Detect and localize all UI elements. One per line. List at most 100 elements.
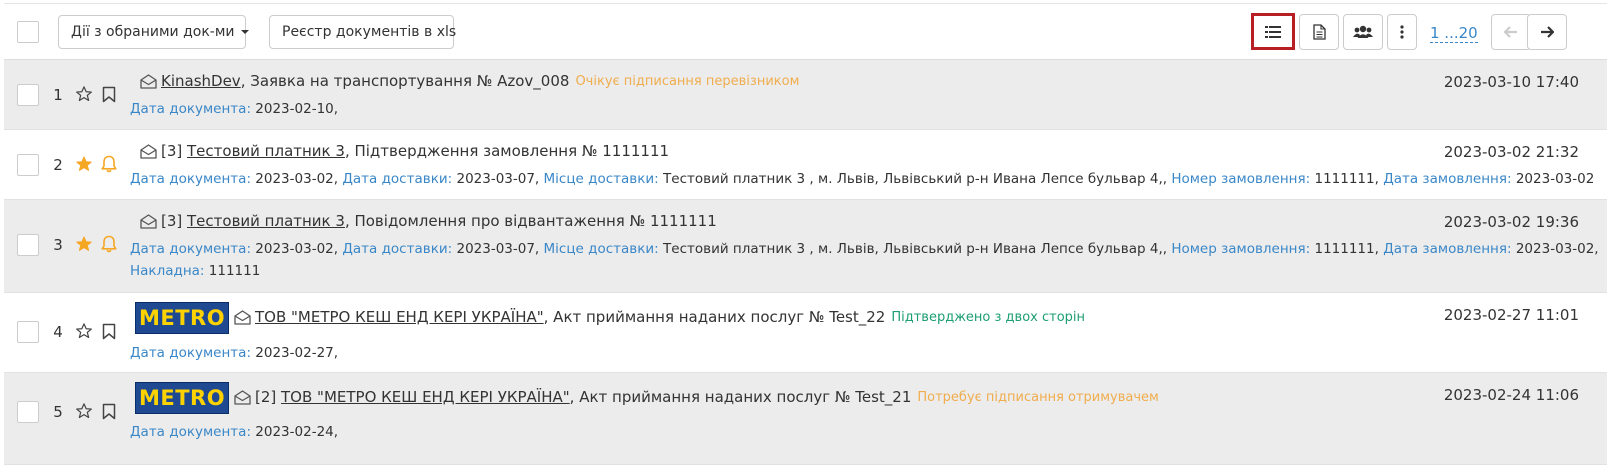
- list-view-button[interactable]: [1251, 13, 1295, 50]
- meta-key: Номер замовлення:: [1171, 171, 1311, 187]
- document-meta: Дата документа: 2023-02-24,: [130, 424, 338, 440]
- star-outline-icon[interactable]: [75, 322, 93, 340]
- document-timestamp: 2023-03-10 17:40: [1443, 73, 1579, 91]
- meta-value: 111111: [204, 263, 261, 279]
- bell-icon[interactable]: [101, 235, 117, 253]
- table-row[interactable]: 5 METRO [2] ТОВ "МЕТРО КЕШ ЕНД КЕРІ УКРА…: [4, 373, 1607, 465]
- more-options-button[interactable]: [1387, 14, 1417, 50]
- next-page-button[interactable]: [1527, 14, 1567, 50]
- meta-key: Місце доставки:: [543, 241, 659, 257]
- document-title[interactable]: KinashDev , Заявка на транспортування № …: [140, 72, 799, 90]
- table-row[interactable]: 2 [3] Тестовий платник 3 , Підтвердження…: [4, 130, 1607, 200]
- star-filled-icon[interactable]: [75, 155, 93, 173]
- counterparty-link[interactable]: KinashDev: [161, 72, 241, 90]
- meta-key: Дата документа:: [130, 101, 251, 117]
- row-checkbox[interactable]: [17, 234, 39, 256]
- caret-down-icon: [240, 30, 249, 34]
- bookmark-icon[interactable]: [102, 86, 116, 103]
- document-timestamp: 2023-02-27 11:01: [1443, 306, 1579, 324]
- meta-value: 2023-03-02,: [251, 241, 343, 257]
- meta-key: Дата документа:: [130, 241, 251, 257]
- meta-value: 2023-03-02: [1511, 171, 1595, 187]
- star-outline-icon[interactable]: [75, 85, 93, 103]
- row-checkbox[interactable]: [17, 321, 39, 343]
- meta-value: 2023-02-27,: [251, 345, 339, 361]
- status-badge: Підтверджено з двох сторін: [891, 309, 1086, 325]
- envelope-open-icon: [234, 309, 251, 325]
- document-name: , Підтвердження замовлення № 1111111: [344, 142, 670, 160]
- row-number: 2: [53, 156, 63, 174]
- meta-value: 2023-03-02,: [1511, 241, 1599, 257]
- meta-key: Дата документа:: [130, 345, 251, 361]
- document-title[interactable]: ТОВ "МЕТРО КЕШ ЕНД КЕРІ УКРАЇНА" , Акт п…: [234, 308, 1085, 326]
- table-row[interactable]: 4 METRO ТОВ "МЕТРО КЕШ ЕНД КЕРІ УКРАЇНА"…: [4, 293, 1607, 373]
- export-xls-button[interactable]: Реєстр документів в xls: [269, 15, 457, 49]
- bulk-actions-label: Дії з обраними док-ми: [71, 24, 235, 40]
- envelope-open-icon: [140, 143, 157, 159]
- meta-value: 2023-03-07,: [452, 171, 544, 187]
- document-count-prefix: [3]: [161, 212, 188, 230]
- document-list: 1 KinashDev , Заявка на транспортування …: [4, 59, 1607, 465]
- document-view-button[interactable]: [1299, 14, 1339, 50]
- bulk-actions-dropdown[interactable]: Дії з обраними док-ми: [58, 15, 249, 49]
- document-meta: Дата документа: 2023-02-27,: [130, 345, 338, 361]
- row-number: 1: [53, 86, 63, 104]
- meta-value: 2023-03-02,: [251, 171, 343, 187]
- document-timestamp: 2023-03-02 21:32: [1443, 143, 1579, 161]
- metro-logo: METRO: [135, 382, 229, 414]
- meta-key: Дата доставки:: [342, 241, 453, 257]
- bookmark-icon[interactable]: [102, 323, 116, 340]
- document-count-prefix: [3]: [161, 142, 188, 160]
- bookmark-icon[interactable]: [102, 403, 116, 420]
- meta-key: Місце доставки:: [543, 171, 659, 187]
- document-title[interactable]: [3] Тестовий платник 3 , Підтвердження з…: [140, 142, 669, 160]
- document-name: , Акт приймання наданих послуг № Test_22: [543, 308, 886, 326]
- row-checkbox[interactable]: [17, 401, 39, 423]
- document-meta-line2: Накладна: 111111: [130, 263, 260, 279]
- arrow-left-icon: [1504, 26, 1517, 38]
- document-meta: Дата документа: 2023-03-02, Дата доставк…: [130, 171, 1594, 187]
- row-number: 4: [53, 323, 63, 341]
- meta-key: Дата замовлення:: [1383, 241, 1512, 257]
- users-button[interactable]: [1343, 14, 1383, 50]
- star-outline-icon[interactable]: [75, 402, 93, 420]
- meta-value: Тестовий платник 3 , м. Львів, Львівськи…: [658, 171, 1172, 187]
- bell-icon[interactable]: [101, 155, 117, 173]
- document-name: , Акт приймання наданих послуг № Test_21: [569, 388, 912, 406]
- counterparty-link[interactable]: Тестовий платник 3: [187, 142, 345, 160]
- prev-page-button[interactable]: [1491, 14, 1531, 50]
- document-timestamp: 2023-02-24 11:06: [1443, 386, 1579, 404]
- document-view-icon: [1312, 24, 1326, 40]
- row-checkbox[interactable]: [17, 154, 39, 176]
- row-number: 5: [53, 403, 63, 421]
- envelope-open-icon: [234, 389, 251, 405]
- pagination-range[interactable]: 1 ...20: [1430, 24, 1478, 43]
- table-row[interactable]: 1 KinashDev , Заявка на транспортування …: [4, 60, 1607, 130]
- row-checkbox[interactable]: [17, 84, 39, 106]
- metro-logo-text: METRO: [138, 306, 226, 330]
- meta-key: Дата доставки:: [342, 171, 453, 187]
- counterparty-link[interactable]: ТОВ "МЕТРО КЕШ ЕНД КЕРІ УКРАЇНА": [255, 308, 544, 326]
- metro-logo-text: METRO: [138, 386, 226, 410]
- table-row[interactable]: 3 [3] Тестовий платник 3 , Повідомлення …: [4, 200, 1607, 293]
- status-badge: Потребує підписання отримувачем: [917, 389, 1159, 405]
- document-list-page: Дії з обраними док-ми Реєстр документів …: [0, 0, 1607, 465]
- meta-key: Дата документа:: [130, 171, 251, 187]
- meta-value: 2023-02-10,: [251, 101, 339, 117]
- arrow-right-icon: [1541, 26, 1554, 38]
- counterparty-link[interactable]: Тестовий платник 3: [187, 212, 345, 230]
- toolbar: Дії з обраними док-ми Реєстр документів …: [4, 3, 1607, 59]
- document-title[interactable]: [2] ТОВ "МЕТРО КЕШ ЕНД КЕРІ УКРАЇНА" , А…: [234, 388, 1159, 406]
- document-timestamp: 2023-03-02 19:36: [1443, 213, 1579, 231]
- envelope-open-icon: [140, 73, 157, 89]
- document-title[interactable]: [3] Тестовий платник 3 , Повідомлення пр…: [140, 212, 717, 230]
- meta-key: Дата замовлення:: [1383, 171, 1512, 187]
- star-filled-icon[interactable]: [75, 235, 93, 253]
- export-xls-label: Реєстр документів в xls: [282, 24, 457, 40]
- more-vert-icon: [1400, 25, 1404, 39]
- list-view-icon: [1265, 25, 1281, 38]
- meta-value: Тестовий платник 3 , м. Львів, Львівськи…: [658, 241, 1172, 257]
- meta-value: 1111111,: [1310, 241, 1384, 257]
- counterparty-link[interactable]: ТОВ "МЕТРО КЕШ ЕНД КЕРІ УКРАЇНА": [281, 388, 570, 406]
- select-all-checkbox[interactable]: [17, 21, 39, 43]
